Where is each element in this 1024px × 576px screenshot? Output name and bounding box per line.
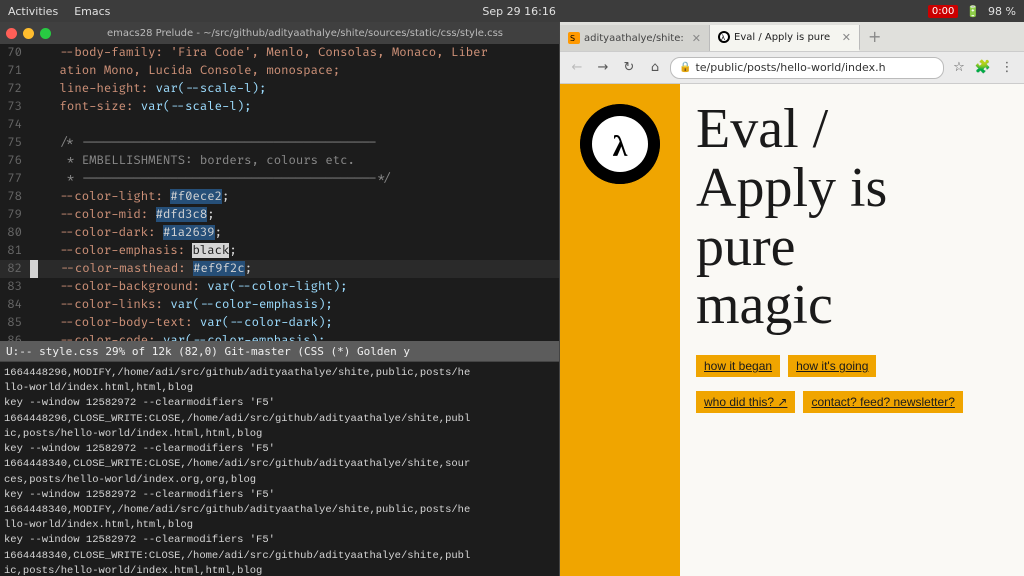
code-line: 75 /* ----------------------------------… xyxy=(0,134,559,152)
code-line: 77 * -----------------------------------… xyxy=(0,170,559,188)
site-sidebar: λ xyxy=(560,84,680,576)
browser-content: λ Eval /Apply ispuremagic how it began h… xyxy=(560,84,1024,576)
tab-favicon-1: S xyxy=(568,32,580,44)
code-line: 76 * EMBELLISHMENTS: borders, colours et… xyxy=(0,152,559,170)
code-line: 73 font-size: var(--scale-l); xyxy=(0,98,559,116)
term-line: llo-world/index.html,html,blog xyxy=(4,381,555,396)
term-line: ces,posts/hello-world/index.org,org,blog xyxy=(4,473,555,488)
reload-button[interactable]: ↻ xyxy=(618,57,640,79)
emacs-status-bar: U:-- style.css 29% of 12k (82,0) Git-mas… xyxy=(0,341,559,361)
term-line: ic,posts/hello-world/index.html,html,blo… xyxy=(4,564,555,576)
activities-label[interactable]: Activities xyxy=(8,5,58,18)
system-bar: Activities Emacs Sep 29 16:16 0:00 🔋 98 … xyxy=(0,0,1024,22)
code-line: 79 --color-mid: #dfd3c8; xyxy=(0,206,559,224)
site-main: Eval /Apply ispuremagic how it began how… xyxy=(680,84,1024,576)
term-line: key --window 12582972 --clearmodifiers '… xyxy=(4,488,555,503)
how-it-began-link[interactable]: how it began xyxy=(696,355,780,377)
browser-tabs: S adityaathalye/shite: The... ✕ λ Eval /… xyxy=(560,22,1024,52)
emacs-status-text: U:-- style.css 29% of 12k (82,0) Git-mas… xyxy=(6,345,410,358)
lock-icon: 🔒 xyxy=(679,62,691,73)
code-line-current: 82 --color-masthead: #ef9f2c; xyxy=(0,260,559,278)
code-line: 84 --color-links: var(--color-emphasis); xyxy=(0,296,559,314)
forward-button[interactable]: → xyxy=(592,57,614,79)
bookmark-button[interactable]: ☆ xyxy=(948,57,970,79)
term-line: key --window 12582972 --clearmodifiers '… xyxy=(4,396,555,411)
site-links: how it began how it's going who did this… xyxy=(696,355,1008,413)
tab-label-2: Eval / Apply is pure magic xyxy=(734,32,834,43)
term-line: 1664448296,CLOSE_WRITE:CLOSE,/home/adi/s… xyxy=(4,412,555,427)
term-line: 1664448340,CLOSE_WRITE:CLOSE,/home/adi/s… xyxy=(4,549,555,564)
code-line: 81 --color-emphasis: black; xyxy=(0,242,559,260)
battery-time: 0:00 xyxy=(928,5,958,18)
terminal-area[interactable]: 1664448296,MODIFY,/home/adi/src/github/a… xyxy=(0,361,559,576)
term-line: 1664448340,MODIFY,/home/adi/src/github/a… xyxy=(4,503,555,518)
new-tab-button[interactable]: + xyxy=(860,27,889,46)
code-line: 85 --color-body-text: var(--color-dark); xyxy=(0,314,559,332)
who-did-this-link[interactable]: who did this? ↗ xyxy=(696,391,795,413)
tab-favicon-2: λ xyxy=(718,31,730,43)
code-line: 74 xyxy=(0,116,559,134)
system-bar-left: Activities Emacs xyxy=(8,5,110,18)
code-line: 83 --color-background: var(--color-light… xyxy=(0,278,559,296)
maximize-button[interactable] xyxy=(40,28,51,39)
toolbar-actions: ☆ 🧩 ⋮ xyxy=(948,57,1018,79)
site-title: Eval /Apply ispuremagic xyxy=(696,100,1008,335)
url-bar[interactable]: 🔒 te/public/posts/hello-world/index.h xyxy=(670,57,944,79)
svg-text:λ: λ xyxy=(721,34,725,42)
extensions-button[interactable]: 🧩 xyxy=(972,57,994,79)
emacs-window: emacs28 Prelude - ~/src/github/adityaath… xyxy=(0,22,560,576)
tab-close-1[interactable]: ✕ xyxy=(692,32,701,45)
close-button[interactable] xyxy=(6,28,17,39)
contact-feed-link[interactable]: contact? feed? newsletter? xyxy=(803,391,962,413)
system-bar-right: 0:00 🔋 98 % xyxy=(928,5,1016,18)
code-line: 71 ation Mono, Lucida Console, monospace… xyxy=(0,62,559,80)
browser-tab-2[interactable]: λ Eval / Apply is pure magic ✕ xyxy=(710,25,860,51)
term-line: key --window 12582972 --clearmodifiers '… xyxy=(4,442,555,457)
tab-label-1: adityaathalye/shite: The... xyxy=(584,33,684,44)
emacs-title: emacs28 Prelude - ~/src/github/adityaath… xyxy=(57,28,553,39)
code-line: 72 line-height: var(--scale-l); xyxy=(0,80,559,98)
site-logo: λ xyxy=(580,104,660,184)
code-line: 78 --color-light: #f0ece2; xyxy=(0,188,559,206)
term-line: ic,posts/hello-world/index.html,html,blo… xyxy=(4,427,555,442)
url-text: te/public/posts/hello-world/index.h xyxy=(695,61,885,74)
tab-close-2[interactable]: ✕ xyxy=(842,31,851,44)
browser-tab-1[interactable]: S adityaathalye/shite: The... ✕ xyxy=(560,25,710,51)
term-line: 1664448340,CLOSE_WRITE:CLOSE,/home/adi/s… xyxy=(4,457,555,472)
how-its-going-link[interactable]: how it's going xyxy=(788,355,876,377)
site-links-row-1: how it began how it's going xyxy=(696,355,876,377)
site-links-row-2: who did this? ↗ contact? feed? newslette… xyxy=(696,391,963,413)
emacs-editor[interactable]: 70 --body-family: 'Fira Code', Menlo, Co… xyxy=(0,44,559,576)
emacs-titlebar: emacs28 Prelude - ~/src/github/adityaath… xyxy=(0,22,559,44)
code-line: 70 --body-family: 'Fira Code', Menlo, Co… xyxy=(0,44,559,62)
back-button[interactable]: ← xyxy=(566,57,588,79)
term-line: key --window 12582972 --clearmodifiers '… xyxy=(4,533,555,548)
main-area: emacs28 Prelude - ~/src/github/adityaath… xyxy=(0,22,1024,576)
home-button[interactable]: ⌂ xyxy=(644,57,666,79)
minimize-button[interactable] xyxy=(23,28,34,39)
svg-text:S: S xyxy=(570,34,575,43)
term-line: 1664448296,MODIFY,/home/adi/src/github/a… xyxy=(4,366,555,381)
code-line: 80 --color-dark: #1a2639; xyxy=(0,224,559,242)
battery-icon: 🔋 xyxy=(966,5,980,18)
term-line: llo-world/index.html,html,blog xyxy=(4,518,555,533)
menu-button[interactable]: ⋮ xyxy=(996,57,1018,79)
app-name-label[interactable]: Emacs xyxy=(74,5,110,18)
code-lines: 70 --body-family: 'Fira Code', Menlo, Co… xyxy=(0,44,559,341)
code-line: 86 --color-code: var(--color-emphasis); xyxy=(0,332,559,341)
browser-toolbar: ← → ↻ ⌂ 🔒 te/public/posts/hello-world/in… xyxy=(560,52,1024,84)
battery-pct: 98 % xyxy=(988,5,1016,18)
svg-text:λ: λ xyxy=(613,130,628,163)
datetime-label: Sep 29 16:16 xyxy=(482,5,555,18)
browser-window: S adityaathalye/shite: The... ✕ λ Eval /… xyxy=(560,22,1024,576)
